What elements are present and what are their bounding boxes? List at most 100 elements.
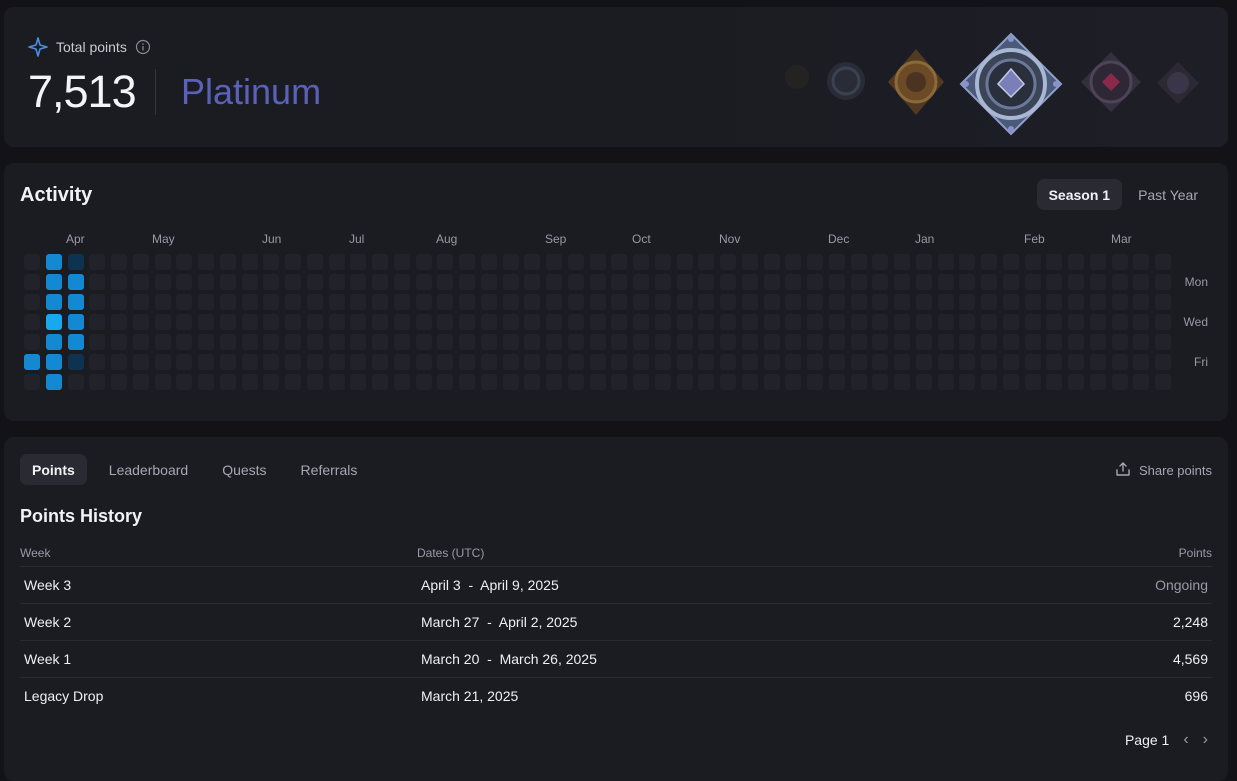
activity-cell[interactable] (220, 334, 236, 350)
activity-cell[interactable] (1003, 274, 1019, 290)
activity-cell[interactable] (785, 274, 801, 290)
activity-cell[interactable] (546, 314, 562, 330)
share-points-button[interactable]: Share points (1115, 461, 1212, 480)
activity-cell[interactable] (807, 314, 823, 330)
activity-cell[interactable] (1090, 334, 1106, 350)
activity-cell[interactable] (981, 314, 997, 330)
activity-cell[interactable] (481, 274, 497, 290)
activity-cell[interactable] (633, 274, 649, 290)
activity-cell[interactable] (568, 294, 584, 310)
activity-cell[interactable] (742, 334, 758, 350)
activity-cell[interactable] (176, 294, 192, 310)
activity-cell[interactable] (916, 314, 932, 330)
activity-cell[interactable] (24, 374, 40, 390)
activity-cell[interactable] (111, 254, 127, 270)
activity-cell[interactable] (329, 354, 345, 370)
chevron-left-icon[interactable]: ‹ (1183, 731, 1188, 749)
activity-cell[interactable] (1025, 354, 1041, 370)
activity-cell[interactable] (938, 374, 954, 390)
activity-cell[interactable] (764, 314, 780, 330)
activity-cell[interactable] (111, 314, 127, 330)
activity-cell[interactable] (176, 254, 192, 270)
activity-cell[interactable] (198, 254, 214, 270)
activity-cell[interactable] (242, 274, 258, 290)
activity-cell[interactable] (851, 274, 867, 290)
activity-cell[interactable] (503, 334, 519, 350)
activity-cell[interactable] (89, 334, 105, 350)
activity-cell[interactable] (133, 294, 149, 310)
activity-cell[interactable] (1003, 354, 1019, 370)
activity-cell[interactable] (1155, 294, 1171, 310)
activity-cell[interactable] (872, 354, 888, 370)
activity-cell[interactable] (350, 374, 366, 390)
activity-cell[interactable] (459, 294, 475, 310)
activity-cell[interactable] (242, 314, 258, 330)
activity-cell[interactable] (959, 254, 975, 270)
activity-cell[interactable] (1112, 314, 1128, 330)
activity-cell[interactable] (1046, 274, 1062, 290)
activity-cell[interactable] (155, 274, 171, 290)
activity-cell[interactable] (590, 274, 606, 290)
activity-cell[interactable] (481, 294, 497, 310)
activity-cell[interactable] (155, 354, 171, 370)
activity-cell[interactable] (1155, 334, 1171, 350)
activity-cell[interactable] (1155, 254, 1171, 270)
activity-cell[interactable] (372, 294, 388, 310)
activity-cell[interactable] (1046, 334, 1062, 350)
activity-cell[interactable] (155, 334, 171, 350)
activity-cell[interactable] (242, 294, 258, 310)
activity-cell[interactable] (807, 354, 823, 370)
activity-cell[interactable] (938, 314, 954, 330)
activity-cell[interactable] (68, 334, 84, 350)
activity-cell[interactable] (285, 254, 301, 270)
activity-cell[interactable] (372, 354, 388, 370)
activity-cell[interactable] (46, 374, 62, 390)
activity-cell[interactable] (372, 314, 388, 330)
activity-cell[interactable] (263, 254, 279, 270)
activity-cell[interactable] (959, 314, 975, 330)
activity-cell[interactable] (655, 314, 671, 330)
activity-cell[interactable] (89, 274, 105, 290)
activity-cell[interactable] (655, 334, 671, 350)
activity-cell[interactable] (894, 354, 910, 370)
activity-cell[interactable] (807, 374, 823, 390)
activity-cell[interactable] (503, 354, 519, 370)
activity-cell[interactable] (633, 254, 649, 270)
activity-cell[interactable] (742, 374, 758, 390)
activity-cell[interactable] (24, 334, 40, 350)
activity-cell[interactable] (133, 254, 149, 270)
activity-cell[interactable] (720, 334, 736, 350)
activity-cell[interactable] (872, 374, 888, 390)
activity-cell[interactable] (568, 314, 584, 330)
activity-cell[interactable] (851, 354, 867, 370)
activity-cell[interactable] (938, 254, 954, 270)
activity-cell[interactable] (1025, 374, 1041, 390)
activity-cell[interactable] (220, 354, 236, 370)
activity-cell[interactable] (1133, 294, 1149, 310)
activity-cell[interactable] (307, 294, 323, 310)
activity-cell[interactable] (894, 374, 910, 390)
activity-cell[interactable] (938, 334, 954, 350)
activity-cell[interactable] (655, 254, 671, 270)
activity-cell[interactable] (111, 354, 127, 370)
activity-cell[interactable] (46, 254, 62, 270)
activity-cell[interactable] (872, 254, 888, 270)
activity-cell[interactable] (1112, 354, 1128, 370)
activity-cell[interactable] (785, 294, 801, 310)
activity-cell[interactable] (981, 254, 997, 270)
activity-cell[interactable] (785, 354, 801, 370)
activity-cell[interactable] (285, 374, 301, 390)
range-past-year-button[interactable]: Past Year (1126, 179, 1210, 210)
activity-cell[interactable] (959, 354, 975, 370)
chevron-right-icon[interactable]: › (1203, 731, 1208, 749)
activity-cell[interactable] (785, 334, 801, 350)
activity-cell[interactable] (633, 354, 649, 370)
activity-cell[interactable] (68, 354, 84, 370)
activity-cell[interactable] (677, 254, 693, 270)
activity-cell[interactable] (242, 254, 258, 270)
activity-cell[interactable] (677, 374, 693, 390)
activity-cell[interactable] (1112, 274, 1128, 290)
activity-cell[interactable] (959, 334, 975, 350)
activity-cell[interactable] (133, 314, 149, 330)
activity-cell[interactable] (307, 334, 323, 350)
